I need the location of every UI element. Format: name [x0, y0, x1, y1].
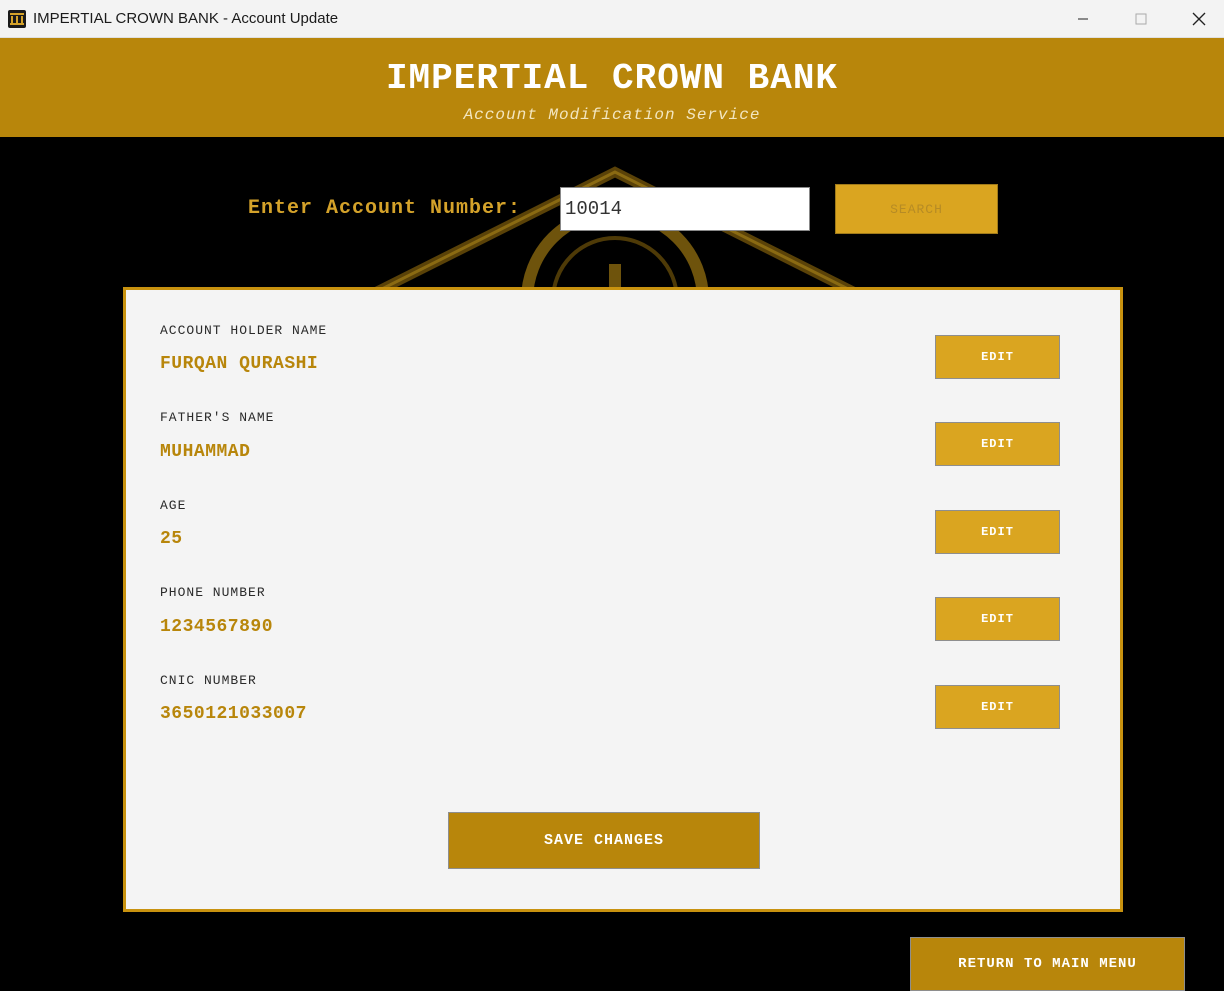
window-titlebar: IMPERTIAL CROWN BANK - Account Update: [0, 0, 1224, 38]
edit-cnic-number-button[interactable]: EDIT: [935, 685, 1060, 729]
maximize-icon: [1135, 13, 1147, 25]
minimize-button[interactable]: [1054, 0, 1112, 38]
edit-account-holder-name-button[interactable]: EDIT: [935, 335, 1060, 379]
edit-fathers-name-button[interactable]: EDIT: [935, 422, 1060, 466]
save-changes-button[interactable]: SAVE CHANGES: [448, 812, 760, 869]
account-number-label: Enter Account Number:: [248, 197, 522, 220]
edit-phone-number-button[interactable]: EDIT: [935, 597, 1060, 641]
search-button[interactable]: SEARCH: [835, 184, 998, 234]
header-banner: IMPERTIAL CROWN BANK Account Modificatio…: [0, 38, 1224, 137]
fathers-name-value: MUHAMMAD: [160, 442, 251, 462]
account-details-panel: ACCOUNT HOLDER NAME FURQAN QURASHI EDIT …: [123, 287, 1123, 912]
return-to-main-menu-button[interactable]: RETURN TO MAIN MENU: [910, 937, 1185, 991]
close-icon: [1192, 12, 1206, 26]
phone-number-label: PHONE NUMBER: [160, 585, 266, 600]
bank-subtitle: Account Modification Service: [463, 106, 761, 124]
maximize-button[interactable]: [1112, 0, 1170, 38]
account-holder-name-value: FURQAN QURASHI: [160, 354, 319, 374]
cnic-number-value: 3650121033007: [160, 704, 307, 724]
window-title: IMPERTIAL CROWN BANK - Account Update: [33, 10, 339, 27]
age-label: AGE: [160, 498, 187, 513]
edit-age-button[interactable]: EDIT: [935, 510, 1060, 554]
account-number-input[interactable]: [560, 187, 810, 231]
bank-app-icon: [8, 10, 26, 28]
fathers-name-label: FATHER'S NAME: [160, 410, 275, 425]
cnic-number-label: CNIC NUMBER: [160, 673, 257, 688]
close-button[interactable]: [1170, 0, 1224, 38]
minimize-icon: [1078, 18, 1088, 20]
account-holder-name-label: ACCOUNT HOLDER NAME: [160, 323, 328, 338]
bank-title: IMPERTIAL CROWN BANK: [385, 58, 839, 99]
phone-number-value: 1234567890: [160, 617, 274, 637]
age-value: 25: [160, 529, 183, 549]
